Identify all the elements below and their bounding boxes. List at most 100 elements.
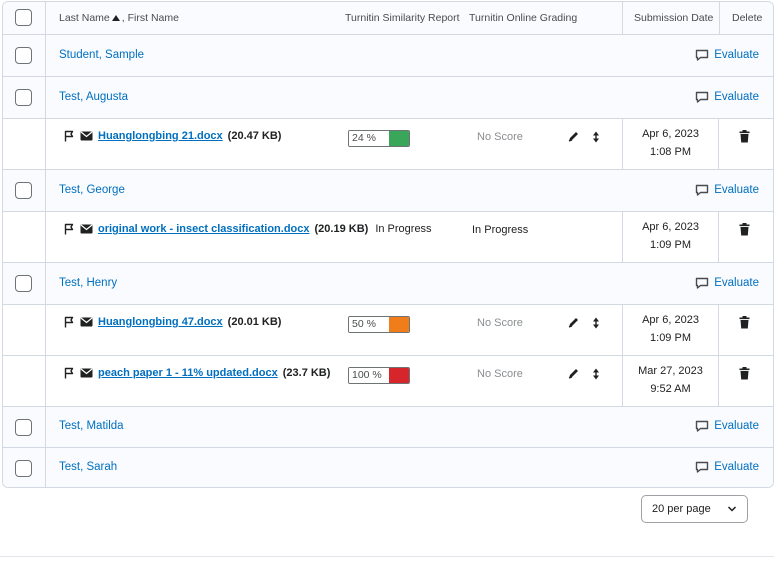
trash-icon[interactable] (739, 367, 750, 383)
student-checkbox[interactable] (15, 182, 32, 199)
select-all-checkbox[interactable] (15, 9, 32, 26)
evaluate-link[interactable]: Evaluate (695, 91, 759, 103)
checkbox-cell (3, 35, 46, 76)
checkbox-cell (3, 77, 46, 118)
flag-icon[interactable] (64, 130, 75, 142)
select-all-cell (3, 2, 46, 34)
submissions-grid: Last Name , First Name Turnitin Similarit… (2, 1, 774, 488)
file-info: original work - insect classification.do… (64, 223, 432, 235)
evaluate-label: Evaluate (714, 461, 759, 473)
flag-icon[interactable] (64, 316, 75, 328)
similarity-report[interactable]: 50 % (348, 316, 410, 333)
grading-column-header: Turnitin Online Grading (469, 12, 578, 24)
student-row: Test, Matilda Evaluate (3, 407, 773, 448)
student-checkbox[interactable] (15, 47, 32, 64)
empty-cell (3, 356, 46, 406)
date-column-header: Submission Date (634, 12, 714, 24)
first-name-sort[interactable]: , First Name (122, 12, 179, 24)
comment-icon (696, 184, 709, 196)
similarity-percent: 50 % (349, 317, 389, 332)
grid-header: Last Name , First Name Turnitin Similarit… (3, 2, 773, 35)
file-info: peach paper 1 - 11% updated.docx (23.7 K… (64, 367, 330, 379)
flag-icon[interactable] (64, 223, 75, 235)
pencil-icon[interactable] (567, 130, 580, 143)
evaluate-label: Evaluate (714, 277, 759, 289)
submission-row: original work - insect classification.do… (3, 212, 773, 263)
similarity-report[interactable]: 24 % (348, 130, 410, 147)
email-icon[interactable] (80, 368, 93, 378)
checkbox-cell (3, 170, 46, 211)
date-text: Apr 6, 2023 (642, 221, 699, 233)
student-checkbox[interactable] (15, 419, 32, 436)
similarity-color (389, 368, 409, 383)
last-name-sort[interactable]: Last Name (59, 12, 110, 24)
similarity-column-header: Turnitin Similarity Report (345, 12, 460, 24)
email-icon[interactable] (80, 224, 93, 234)
time-text: 9:52 AM (650, 383, 691, 395)
submission-date: Apr 6, 2023 1:09 PM (622, 212, 719, 262)
empty-cell (3, 212, 46, 262)
submission-date: Apr 6, 2023 1:09 PM (622, 305, 719, 355)
student-name-link[interactable]: Test, George (59, 184, 125, 196)
student-row: Student, Sample Evaluate (3, 35, 773, 77)
evaluate-link[interactable]: Evaluate (695, 184, 759, 196)
student-name-link[interactable]: Test, Sarah (59, 461, 117, 473)
pencil-icon[interactable] (567, 367, 580, 380)
time-text: 1:08 PM (650, 146, 691, 158)
comment-icon (696, 420, 709, 432)
time-text: 1:09 PM (650, 239, 691, 251)
submission-row: Huanglongbing 47.docx (20.01 KB) 50 % No… (3, 305, 773, 356)
comment-icon (696, 461, 709, 473)
file-link[interactable]: Huanglongbing 47.docx (98, 316, 223, 328)
similarity-percent: 24 % (349, 131, 389, 146)
sync-icon[interactable] (590, 316, 602, 330)
student-name-link[interactable]: Test, Matilda (59, 420, 124, 432)
delete-column-header: Delete (732, 12, 763, 24)
trash-icon[interactable] (739, 316, 750, 332)
sync-icon[interactable] (590, 367, 602, 381)
file-size: (20.19 KB) (314, 223, 369, 235)
pencil-icon[interactable] (567, 316, 580, 329)
submission-row: Huanglongbing 21.docx (20.47 KB) 24 % No… (3, 119, 773, 170)
similarity-report[interactable]: 100 % (348, 367, 410, 384)
file-info: Huanglongbing 47.docx (20.01 KB) (64, 316, 281, 328)
checkbox-cell (3, 263, 46, 304)
student-checkbox[interactable] (15, 460, 32, 477)
student-row: Test, Henry Evaluate (3, 263, 773, 305)
evaluate-link[interactable]: Evaluate (695, 461, 759, 473)
comment-icon (696, 277, 709, 289)
per-page-select[interactable]: 20 per page (641, 495, 748, 523)
email-icon[interactable] (80, 131, 93, 141)
submission-row: peach paper 1 - 11% updated.docx (23.7 K… (3, 356, 773, 407)
student-name-link[interactable]: Test, Henry (59, 277, 117, 289)
student-name-link[interactable]: Student, Sample (59, 49, 144, 61)
file-info: Huanglongbing 21.docx (20.47 KB) (64, 130, 281, 142)
flag-icon[interactable] (64, 367, 75, 379)
student-checkbox[interactable] (15, 89, 32, 106)
name-column-header[interactable]: Last Name , First Name (59, 12, 179, 24)
grading-score: No Score (477, 317, 523, 329)
comment-icon (696, 49, 709, 61)
student-row: Test, Augusta Evaluate (3, 77, 773, 119)
file-link[interactable]: peach paper 1 - 11% updated.docx (98, 367, 278, 379)
evaluate-link[interactable]: Evaluate (695, 420, 759, 432)
similarity-percent: 100 % (349, 368, 389, 383)
trash-icon[interactable] (739, 223, 750, 239)
grading-score: No Score (477, 368, 523, 380)
evaluate-label: Evaluate (714, 420, 759, 432)
sync-icon[interactable] (590, 130, 602, 144)
file-size: (23.7 KB) (282, 367, 331, 379)
trash-icon[interactable] (739, 130, 750, 146)
email-icon[interactable] (80, 317, 93, 327)
student-checkbox[interactable] (15, 275, 32, 292)
file-link[interactable]: Huanglongbing 21.docx (98, 130, 223, 142)
evaluate-link[interactable]: Evaluate (695, 49, 759, 61)
student-name-link[interactable]: Test, Augusta (59, 91, 128, 103)
chevron-down-icon (727, 506, 737, 512)
evaluate-link[interactable]: Evaluate (695, 277, 759, 289)
file-size: (20.47 KB) (227, 130, 282, 142)
time-text: 1:09 PM (650, 332, 691, 344)
empty-cell (3, 119, 46, 169)
evaluate-label: Evaluate (714, 49, 759, 61)
file-link[interactable]: original work - insect classification.do… (98, 223, 310, 235)
